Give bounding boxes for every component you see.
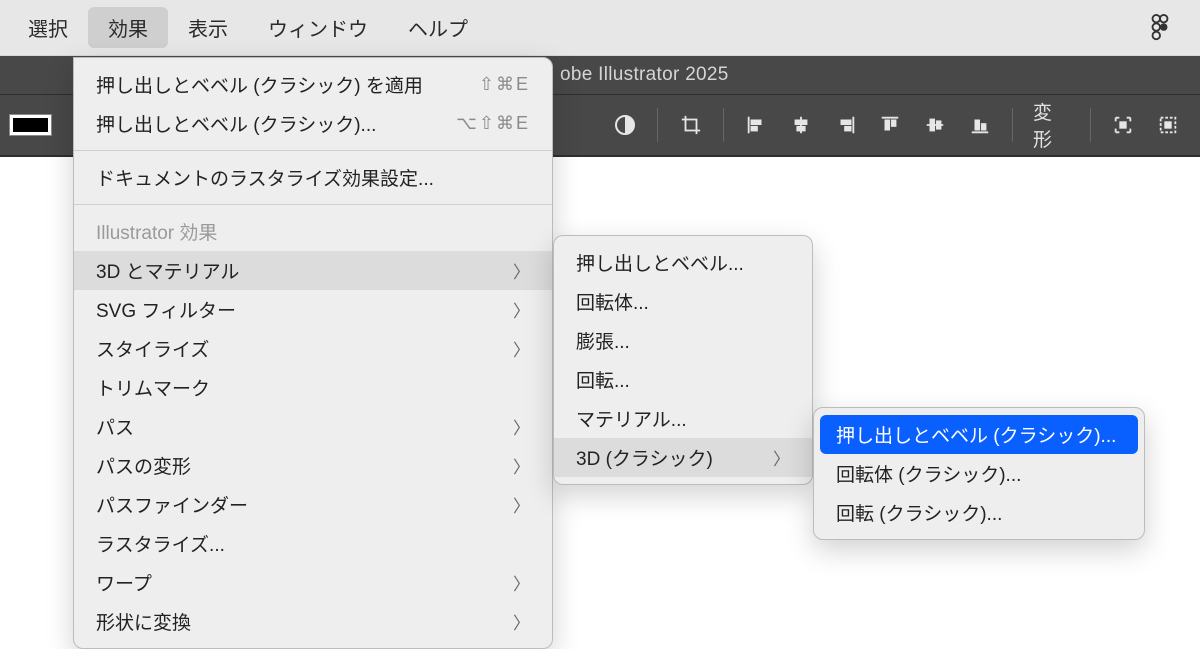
- submenu-materials[interactable]: マテリアル...: [554, 399, 812, 438]
- chevron-right-icon: 〉: [513, 414, 530, 439]
- menu-section-header: Illustrator 効果: [74, 212, 552, 251]
- menu-3d-materials[interactable]: 3D とマテリアル 〉: [74, 251, 552, 290]
- menu-item-label: 押し出しとベベル (クラシック) を適用: [96, 71, 423, 98]
- menu-item-label: 回転 (クラシック)...: [836, 499, 1002, 526]
- menu-item-label: パスファインダー: [96, 491, 248, 518]
- menu-item-label: SVG フィルター: [96, 296, 236, 323]
- align-bottom-icon[interactable]: [963, 108, 996, 142]
- menu-item-label: トリムマーク: [96, 374, 210, 401]
- menu-distort-transform[interactable]: パスの変形 〉: [74, 446, 552, 485]
- edit-inside-icon[interactable]: [1151, 108, 1184, 142]
- macos-menubar: 選択 効果 表示 ウィンドウ ヘルプ: [0, 0, 1200, 56]
- menu-item-label: ラスタライズ...: [96, 530, 225, 557]
- menu-help[interactable]: ヘルプ: [388, 7, 488, 48]
- menu-convert-to-shape[interactable]: 形状に変換 〉: [74, 602, 552, 641]
- align-right-icon[interactable]: [829, 108, 862, 142]
- menu-doc-rasterize-settings[interactable]: ドキュメントのラスタライズ効果設定...: [74, 158, 552, 197]
- align-vcenter-icon[interactable]: [919, 108, 952, 142]
- align-top-icon[interactable]: [874, 108, 907, 142]
- chevron-right-icon: 〉: [513, 336, 530, 361]
- chevron-right-icon: 〉: [773, 445, 790, 470]
- chevron-right-icon: 〉: [513, 297, 530, 322]
- menu-view[interactable]: 表示: [168, 7, 248, 48]
- menu-window[interactable]: ウィンドウ: [248, 7, 388, 48]
- menu-warp[interactable]: ワープ 〉: [74, 563, 552, 602]
- align-left-icon[interactable]: [740, 108, 773, 142]
- opacity-icon[interactable]: [609, 108, 642, 142]
- menu-item-label: パス: [96, 413, 134, 440]
- chevron-right-icon: 〉: [513, 492, 530, 517]
- menu-item-label: 3D とマテリアル: [96, 257, 239, 284]
- menu-apply-last-effect[interactable]: 押し出しとベベル (クラシック) を適用 ⇧⌘E: [74, 65, 552, 104]
- chevron-right-icon: 〉: [513, 609, 530, 634]
- align-hcenter-icon[interactable]: [785, 108, 818, 142]
- menu-svg-filters[interactable]: SVG フィルター 〉: [74, 290, 552, 329]
- submenu-extrude-bevel[interactable]: 押し出しとベベル...: [554, 243, 812, 282]
- menu-item-label: 形状に変換: [96, 608, 191, 635]
- shortcut-label: ⌥⇧⌘E: [456, 113, 530, 134]
- chevron-right-icon: 〉: [513, 453, 530, 478]
- menu-trim-marks[interactable]: トリムマーク: [74, 368, 552, 407]
- menu-separator: [74, 204, 552, 205]
- menu-item-label: 回転体...: [576, 288, 649, 315]
- crop-icon[interactable]: [674, 108, 707, 142]
- submenu-3d-classic[interactable]: 3D (クラシック) 〉: [554, 438, 812, 477]
- chevron-right-icon: 〉: [513, 570, 530, 595]
- menu-item-label: 回転体 (クラシック)...: [836, 460, 1021, 487]
- menu-rasterize[interactable]: ラスタライズ...: [74, 524, 552, 563]
- menu-item-label: 押し出しとベベル (クラシック)...: [96, 110, 376, 137]
- menu-item-label: パスの変形: [96, 452, 191, 479]
- menu-item-label: 押し出しとベベル...: [576, 249, 744, 276]
- menu-item-label: ドキュメントのラスタライズ効果設定...: [96, 164, 434, 191]
- menu-stylize[interactable]: スタイライズ 〉: [74, 329, 552, 368]
- menu-item-label: スタイライズ: [96, 335, 209, 362]
- menu-separator: [74, 150, 552, 151]
- menu-item-label: 3D (クラシック): [576, 444, 713, 471]
- menu-item-label: ワープ: [96, 569, 152, 596]
- submenu-extrude-bevel-classic[interactable]: 押し出しとベベル (クラシック)...: [820, 415, 1138, 454]
- shortcut-label: ⇧⌘E: [479, 74, 530, 95]
- menu-item-label: 押し出しとベベル (クラシック)...: [836, 421, 1116, 448]
- isolate-icon[interactable]: [1107, 108, 1140, 142]
- submenu-rotate-classic[interactable]: 回転 (クラシック)...: [814, 493, 1144, 532]
- menu-item-label: 膨張...: [576, 327, 630, 354]
- submenu-revolve-classic[interactable]: 回転体 (クラシック)...: [814, 454, 1144, 493]
- submenu-3d-classic-items: 押し出しとベベル (クラシック)... 回転体 (クラシック)... 回転 (ク…: [813, 407, 1145, 540]
- menu-select[interactable]: 選択: [8, 7, 88, 48]
- effect-menu: 押し出しとベベル (クラシック) を適用 ⇧⌘E 押し出しとベベル (クラシック…: [73, 57, 553, 649]
- submenu-inflate[interactable]: 膨張...: [554, 321, 812, 360]
- submenu-rotate[interactable]: 回転...: [554, 360, 812, 399]
- menu-path[interactable]: パス 〉: [74, 407, 552, 446]
- menu-last-effect-settings[interactable]: 押し出しとベベル (クラシック)... ⌥⇧⌘E: [74, 104, 552, 143]
- menu-effect[interactable]: 効果: [88, 7, 168, 48]
- stroke-swatch[interactable]: [10, 115, 51, 135]
- figma-icon[interactable]: [1148, 13, 1172, 43]
- transform-label[interactable]: 変形: [1023, 98, 1080, 152]
- menu-pathfinder[interactable]: パスファインダー 〉: [74, 485, 552, 524]
- submenu-3d-materials: 押し出しとベベル... 回転体... 膨張... 回転... マテリアル... …: [553, 235, 813, 485]
- menu-item-label: 回転...: [576, 366, 630, 393]
- app-title: obe Illustrator 2025: [560, 64, 729, 86]
- submenu-revolve[interactable]: 回転体...: [554, 282, 812, 321]
- chevron-right-icon: 〉: [513, 258, 530, 283]
- menu-item-label: マテリアル...: [576, 405, 687, 432]
